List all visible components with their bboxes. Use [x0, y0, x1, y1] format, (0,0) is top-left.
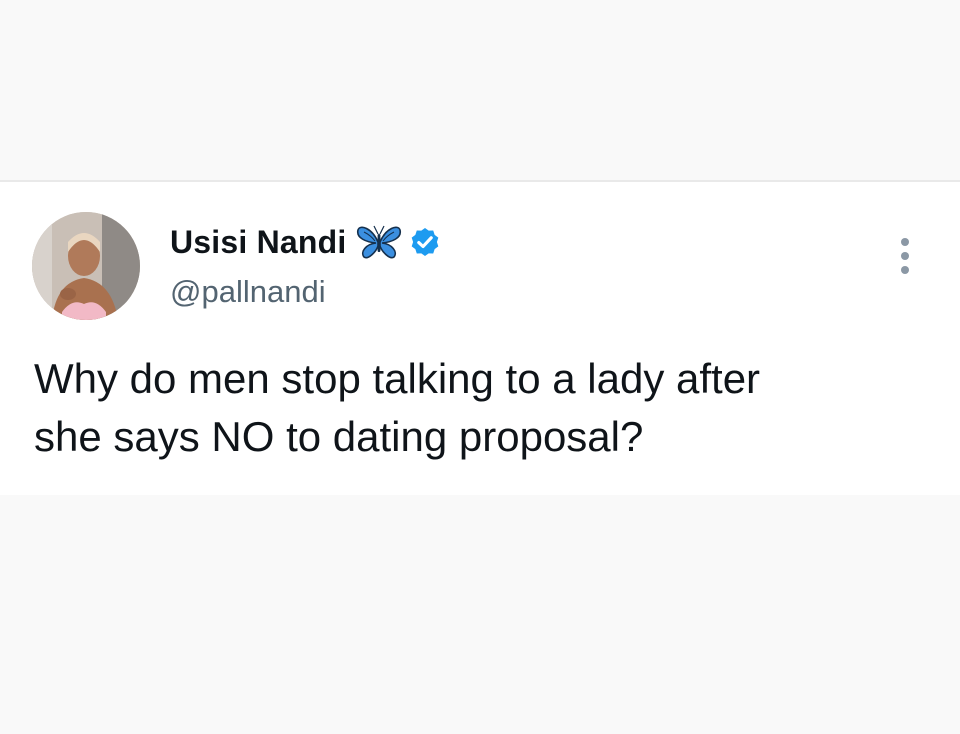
author-display-name[interactable]: Usisi Nandi: [170, 224, 346, 261]
author-handle[interactable]: @pallnandi: [170, 274, 326, 310]
more-dot: [901, 252, 909, 260]
more-dot: [901, 266, 909, 274]
verified-badge-icon: [408, 225, 442, 259]
tweet-card: Usisi Nandi @pallnandi Why do men stop t…: [0, 182, 960, 495]
top-background: [0, 0, 960, 180]
butterfly-icon: [356, 224, 402, 260]
tweet-text-line-2: she says NO to dating proposal?: [34, 413, 644, 460]
avatar-photo: [32, 212, 140, 320]
more-dot: [901, 238, 909, 246]
author-name-row: Usisi Nandi: [170, 220, 442, 264]
tweet-text: Why do men stop talking to a lady after …: [34, 350, 934, 466]
avatar[interactable]: [32, 212, 140, 320]
more-options-icon[interactable]: [890, 234, 920, 278]
tweet-text-line-1: Why do men stop talking to a lady after: [34, 355, 761, 402]
bottom-background: [0, 495, 960, 734]
